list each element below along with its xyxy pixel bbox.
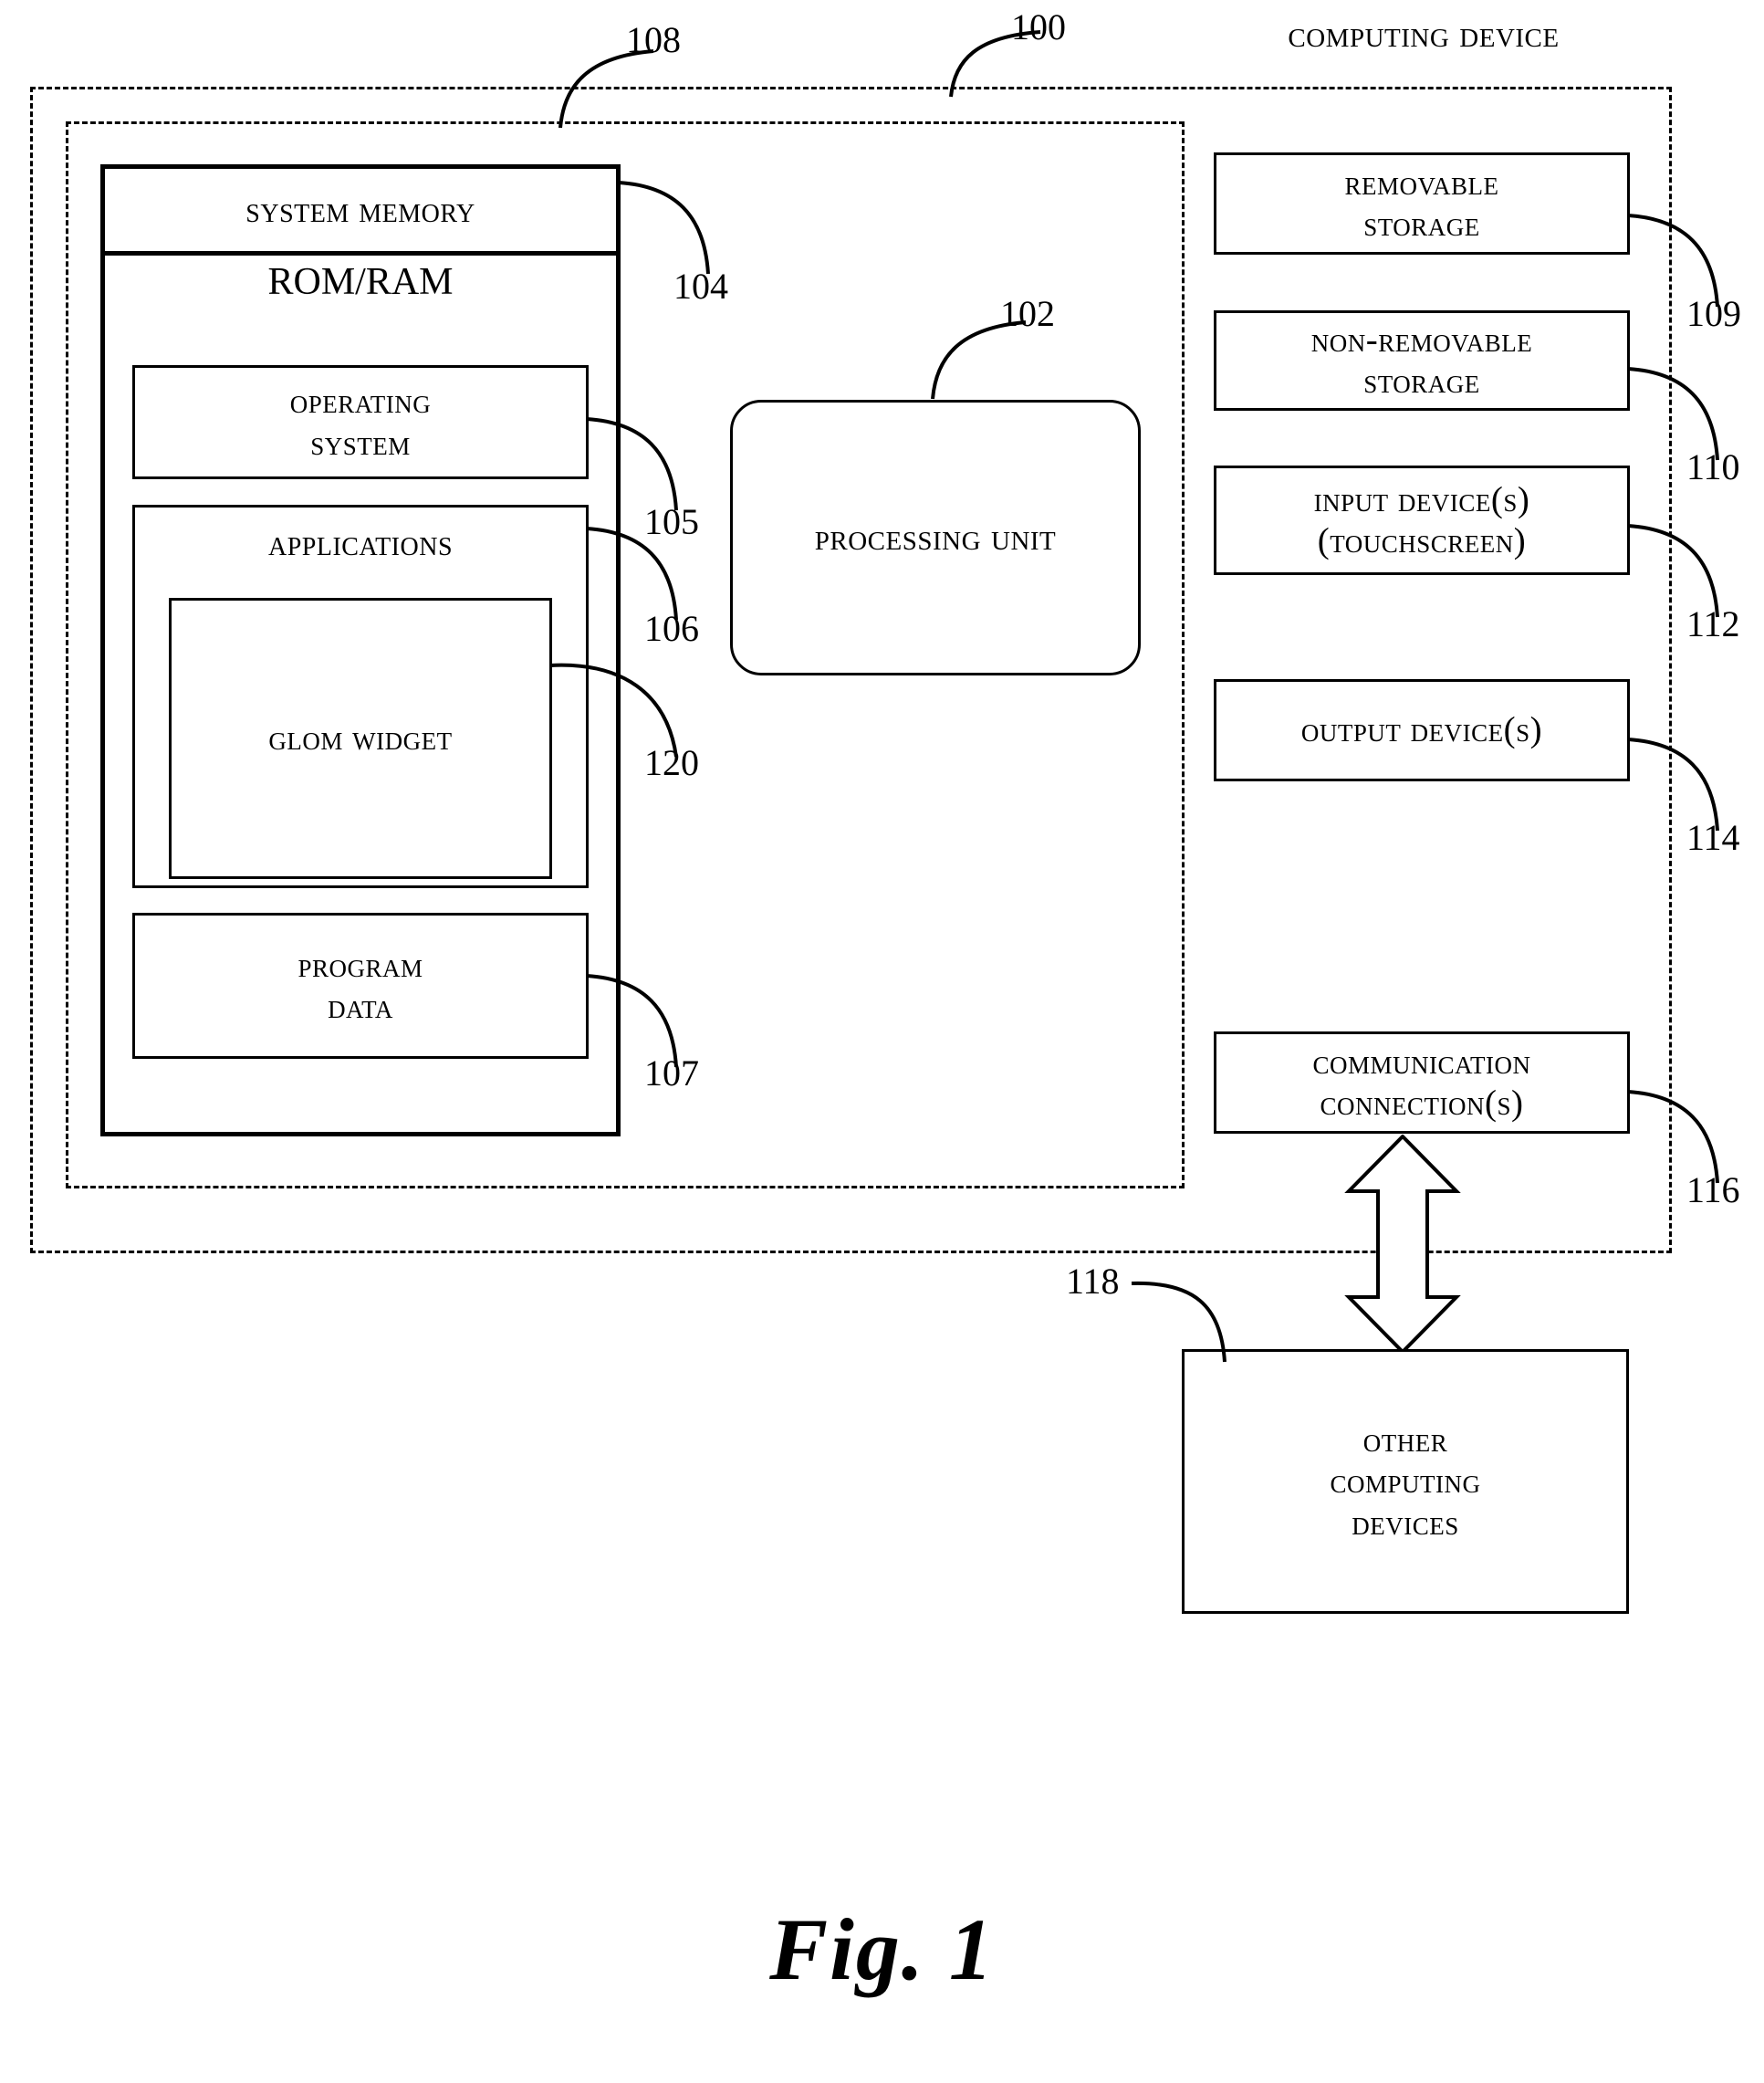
ref-number-120: 120 xyxy=(644,742,699,783)
glom-widget-label: Glom Widget xyxy=(268,718,453,759)
communication-connections-label: Communication Connection(s) xyxy=(1312,1042,1530,1124)
ref-number-118: 118 xyxy=(1066,1261,1120,1302)
other-computing-devices-line1: Other xyxy=(1362,1420,1448,1460)
removable-storage-label: Removable Storage xyxy=(1344,162,1498,245)
removable-storage-line1: Removable xyxy=(1344,162,1499,203)
ref-number-108: 108 xyxy=(626,19,681,60)
operating-system-label-line2: System xyxy=(310,423,411,463)
operating-system-label-line1: Operating xyxy=(289,382,432,422)
ref-number-107: 107 xyxy=(644,1052,699,1094)
rom-ram-label: ROM/RAM xyxy=(267,261,454,303)
removable-storage-line2: Storage xyxy=(1363,204,1480,244)
computing-device-title: Computing Device xyxy=(1288,14,1560,56)
other-computing-devices-line2: Computing xyxy=(1330,1461,1481,1502)
ref-number-100: 100 xyxy=(1011,6,1066,47)
ref-number-112: 112 xyxy=(1686,603,1740,644)
input-devices-line2: (Touchscreen) xyxy=(1317,521,1527,560)
ref-number-104: 104 xyxy=(673,266,728,307)
figure-caption: Fig. 1 xyxy=(769,1900,995,1998)
operating-system-label: Operating System xyxy=(290,381,432,463)
double-headed-vertical-arrow-icon xyxy=(1343,1134,1462,1358)
ref-number-106: 106 xyxy=(644,608,699,649)
communication-connections-line1: Communication xyxy=(1312,1042,1531,1082)
program-data-label: Program Data xyxy=(297,945,423,1027)
operating-system-box: Operating System xyxy=(132,365,589,479)
output-devices-label: Output Device(s) xyxy=(1300,710,1543,750)
program-data-label-line2: Data xyxy=(328,987,393,1026)
leader-line-118 xyxy=(1130,1278,1230,1365)
program-data-label-line1: Program xyxy=(297,945,423,985)
ref-number-109: 109 xyxy=(1686,293,1741,334)
program-data-box: Program Data xyxy=(132,913,589,1059)
communication-connections-line2: Connection(s) xyxy=(1320,1083,1524,1123)
non-removable-storage-line2: Storage xyxy=(1363,361,1480,401)
non-removable-storage-line1: Non-Removable xyxy=(1310,319,1533,360)
removable-storage-box: Removable Storage xyxy=(1214,152,1630,255)
processing-unit-box: Processing Unit xyxy=(730,400,1141,675)
non-removable-storage-label: Non-Removable Storage xyxy=(1311,319,1533,402)
input-devices-label: Input Device(s) (Touchscreen) xyxy=(1314,479,1530,561)
output-devices-box: Output Device(s) xyxy=(1214,679,1630,781)
figure-canvas: Computing Device 100 108 System Memory R… xyxy=(0,0,1764,2083)
processing-unit-label: Processing Unit xyxy=(814,516,1057,559)
other-computing-devices-box: Other Computing Devices xyxy=(1182,1349,1629,1614)
input-devices-box: Input Device(s) (Touchscreen) xyxy=(1214,466,1630,575)
other-computing-devices-line3: Devices xyxy=(1352,1502,1459,1543)
non-removable-storage-box: Non-Removable Storage xyxy=(1214,310,1630,411)
ref-number-110: 110 xyxy=(1686,446,1740,487)
ref-number-102: 102 xyxy=(1000,293,1055,334)
glom-widget-box: Glom Widget xyxy=(169,598,552,879)
communication-connections-box: Communication Connection(s) xyxy=(1214,1031,1630,1134)
ref-number-114: 114 xyxy=(1686,817,1740,858)
input-devices-line1: Input Device(s) xyxy=(1313,479,1530,519)
system-memory-label: System Memory xyxy=(105,169,616,256)
ref-number-116: 116 xyxy=(1686,1169,1740,1210)
other-computing-devices-label: Other Computing Devices xyxy=(1330,1419,1480,1544)
applications-label: Applications xyxy=(267,522,454,563)
